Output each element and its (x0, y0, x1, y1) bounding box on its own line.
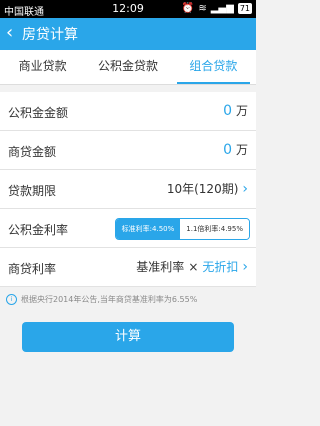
tab-fund-loan[interactable]: 公积金贷款 (85, 50, 170, 84)
rate-note: i 根据央行2014年公告,当年商贷基准利率为6.55% (6, 294, 252, 305)
biz-amount-unit: 万 (235, 143, 248, 157)
fund-amount-input[interactable]: 0 (223, 103, 232, 119)
fund-amount-unit: 万 (235, 104, 248, 118)
rate-1-1x-option[interactable]: 1.1倍利率:4.95% (180, 219, 249, 239)
wifi-icon: ≋ (198, 3, 207, 14)
tab-combined-loan[interactable]: 组合贷款 (171, 50, 256, 84)
battery-icon: 71 (237, 3, 252, 14)
times-sign: × (188, 259, 199, 274)
loan-type-tabs: 商业贷款 公积金贷款 组合贷款 (0, 50, 256, 85)
calculate-button[interactable]: 计算 (22, 322, 234, 352)
rate-note-text: 根据央行2014年公告,当年商贷基准利率为6.55% (21, 295, 198, 304)
fund-amount-row[interactable]: 公积金金额 0 万 (0, 92, 256, 131)
fund-rate-selector: 标准利率:4.50% 1.1倍利率:4.95% (114, 218, 250, 240)
tab-commercial-loan[interactable]: 商业贷款 (0, 50, 85, 84)
fund-rate-row: 公积金利率 标准利率:4.50% 1.1倍利率:4.95% (0, 209, 256, 248)
chevron-right-icon: › (242, 180, 248, 197)
biz-amount-input[interactable]: 0 (223, 142, 232, 158)
status-icons: ⏰ ≋ ▂▄▆ 71 (182, 3, 252, 14)
page-title: 房贷计算 (22, 27, 78, 43)
info-icon: i (6, 294, 17, 305)
alarm-icon: ⏰ (181, 3, 195, 14)
loan-term-label: 贷款期限 (8, 184, 57, 198)
biz-rate-label: 商贷利率 (8, 262, 57, 276)
status-bar: 中国联通 12:09 ⏰ ≋ ▂▄▆ 71 (0, 0, 256, 18)
biz-amount-row[interactable]: 商贷金额 0 万 (0, 131, 256, 170)
discount-value: 无折扣 (202, 260, 239, 274)
fund-rate-label: 公积金利率 (8, 223, 69, 237)
loan-term-row[interactable]: 贷款期限 10年(120期) › (0, 170, 256, 209)
chevron-right-icon: › (242, 258, 248, 275)
standard-rate-option[interactable]: 标准利率:4.50% (115, 219, 181, 239)
biz-rate-row[interactable]: 商贷利率 基准利率 × 无折扣 › (0, 248, 256, 287)
back-icon[interactable]: ‹ (6, 22, 13, 44)
base-rate-text: 基准利率 (136, 260, 185, 274)
biz-amount-label: 商贷金额 (8, 145, 57, 159)
fund-amount-label: 公积金金额 (8, 106, 69, 120)
app-bar: ‹ 房贷计算 (0, 18, 256, 50)
loan-term-value: 10年(120期) (166, 182, 239, 196)
signal-icon: ▂▄▆ (210, 3, 234, 14)
